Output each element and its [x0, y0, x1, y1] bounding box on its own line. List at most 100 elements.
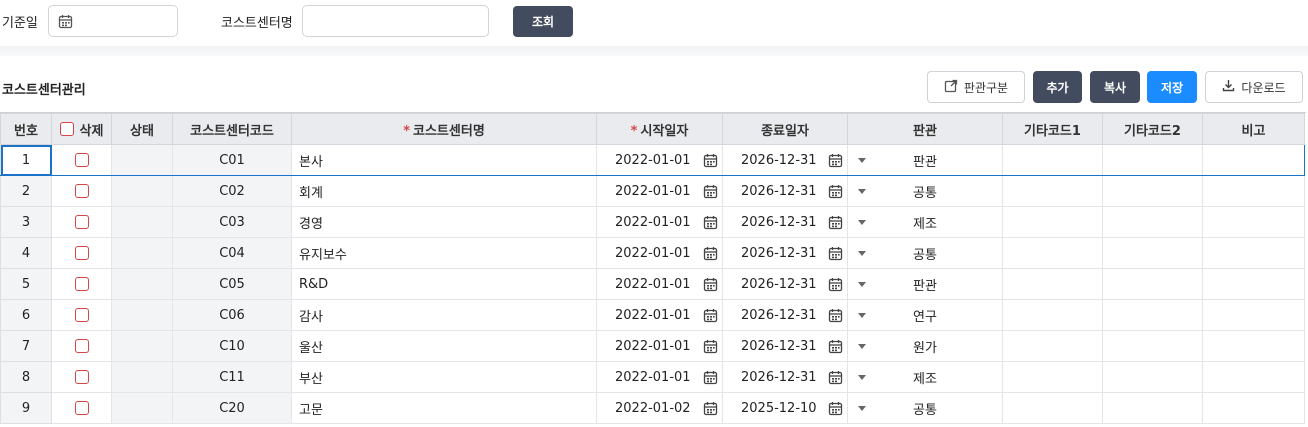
etc-code-2-cell[interactable]	[1102, 392, 1203, 424]
etc-code-1-cell[interactable]	[1002, 330, 1103, 362]
calendar-icon[interactable]	[703, 215, 718, 234]
code-cell[interactable]: C05	[172, 268, 292, 300]
header-end-date[interactable]: 종료일자	[722, 113, 848, 145]
sga-select-cell[interactable]: 제조	[847, 361, 1003, 393]
row-number-cell[interactable]: 1	[0, 144, 52, 176]
note-cell[interactable]	[1202, 206, 1305, 238]
table-row[interactable]: 4 C04 유지보수 2022-01-01 2026-12-31 공통	[0, 237, 1305, 269]
chevron-down-icon[interactable]	[858, 158, 866, 163]
code-cell[interactable]: C02	[172, 175, 292, 207]
delete-checkbox[interactable]	[74, 215, 89, 229]
delete-checkbox[interactable]	[74, 308, 89, 322]
start-date-cell[interactable]: 2022-01-01	[596, 361, 723, 393]
note-cell[interactable]	[1202, 237, 1305, 269]
etc-code-2-cell[interactable]	[1102, 237, 1203, 269]
header-name[interactable]: * 코스트센터명	[291, 113, 597, 145]
end-date-cell[interactable]: 2026-12-31	[722, 144, 848, 176]
name-cell[interactable]: 부산	[291, 361, 597, 393]
end-date-cell[interactable]: 2026-12-31	[722, 330, 848, 362]
header-start-date[interactable]: * 시작일자	[596, 113, 723, 145]
delete-checkbox[interactable]	[74, 401, 89, 415]
calendar-icon[interactable]	[828, 339, 843, 358]
name-cell[interactable]: R&D	[291, 268, 597, 300]
code-cell[interactable]: C06	[172, 299, 292, 331]
calendar-icon[interactable]	[828, 277, 843, 296]
note-cell[interactable]	[1202, 299, 1305, 331]
etc-code-2-cell[interactable]	[1102, 268, 1203, 300]
end-date-cell[interactable]: 2026-12-31	[722, 299, 848, 331]
query-button[interactable]: 조회	[513, 6, 573, 37]
sga-select-cell[interactable]: 공통	[847, 392, 1003, 424]
end-date-cell[interactable]: 2026-12-31	[722, 268, 848, 300]
calendar-icon[interactable]	[703, 184, 718, 203]
sga-select-cell[interactable]: 판관	[847, 144, 1003, 176]
save-button[interactable]: 저장	[1147, 71, 1197, 103]
name-cell[interactable]: 고문	[291, 392, 597, 424]
row-number-cell[interactable]: 4	[0, 237, 52, 269]
calendar-icon[interactable]	[828, 246, 843, 265]
name-cell[interactable]: 회계	[291, 175, 597, 207]
start-date-cell[interactable]: 2022-01-01	[596, 237, 723, 269]
start-date-cell[interactable]: 2022-01-01	[596, 268, 723, 300]
delete-cell[interactable]	[51, 237, 112, 269]
sga-select-cell[interactable]: 제조	[847, 206, 1003, 238]
note-cell[interactable]	[1202, 268, 1305, 300]
chevron-down-icon[interactable]	[858, 189, 866, 194]
calendar-icon[interactable]	[828, 308, 843, 327]
end-date-cell[interactable]: 2026-12-31	[722, 237, 848, 269]
etc-code-1-cell[interactable]	[1002, 144, 1103, 176]
sga-type-button[interactable]: 판관구분	[927, 71, 1025, 103]
note-cell[interactable]	[1202, 361, 1305, 393]
delete-checkbox[interactable]	[74, 370, 89, 384]
start-date-cell[interactable]: 2022-01-01	[596, 299, 723, 331]
code-cell[interactable]: C01	[172, 144, 292, 176]
chevron-down-icon[interactable]	[858, 220, 866, 225]
row-number-cell[interactable]: 6	[0, 299, 52, 331]
calendar-icon[interactable]	[703, 370, 718, 389]
add-button[interactable]: 추가	[1033, 71, 1082, 103]
sga-select-cell[interactable]: 원가	[847, 330, 1003, 362]
start-date-cell[interactable]: 2022-01-02	[596, 392, 723, 424]
calendar-icon[interactable]	[703, 153, 718, 172]
sga-select-cell[interactable]: 연구	[847, 299, 1003, 331]
cost-center-name-input[interactable]	[302, 5, 489, 37]
start-date-cell[interactable]: 2022-01-01	[596, 206, 723, 238]
header-delete[interactable]: 삭제	[51, 113, 112, 145]
calendar-icon[interactable]	[58, 14, 73, 33]
header-note[interactable]: 비고	[1202, 113, 1305, 145]
table-row[interactable]: 3 C03 경영 2022-01-01 2026-12-31 제조	[0, 206, 1305, 238]
sga-select-cell[interactable]: 공통	[847, 237, 1003, 269]
delete-checkbox[interactable]	[74, 246, 89, 260]
etc-code-1-cell[interactable]	[1002, 175, 1103, 207]
calendar-icon[interactable]	[828, 153, 843, 172]
delete-checkbox[interactable]	[74, 184, 89, 198]
code-cell[interactable]: C20	[172, 392, 292, 424]
delete-checkbox[interactable]	[74, 339, 89, 353]
name-cell[interactable]: 울산	[291, 330, 597, 362]
start-date-cell[interactable]: 2022-01-01	[596, 330, 723, 362]
delete-cell[interactable]	[51, 144, 112, 176]
etc-code-2-cell[interactable]	[1102, 206, 1203, 238]
chevron-down-icon[interactable]	[858, 344, 866, 349]
code-cell[interactable]: C10	[172, 330, 292, 362]
note-cell[interactable]	[1202, 330, 1305, 362]
row-number-cell[interactable]: 8	[0, 361, 52, 393]
code-cell[interactable]: C11	[172, 361, 292, 393]
sga-select-cell[interactable]: 판관	[847, 268, 1003, 300]
table-row[interactable]: 6 C06 감사 2022-01-01 2026-12-31 연구	[0, 299, 1305, 331]
chevron-down-icon[interactable]	[858, 282, 866, 287]
etc-code-1-cell[interactable]	[1002, 206, 1103, 238]
etc-code-2-cell[interactable]	[1102, 330, 1203, 362]
header-no[interactable]: 번호	[0, 113, 52, 145]
chevron-down-icon[interactable]	[858, 406, 866, 411]
calendar-icon[interactable]	[828, 184, 843, 203]
etc-code-2-cell[interactable]	[1102, 299, 1203, 331]
start-date-cell[interactable]: 2022-01-01	[596, 144, 723, 176]
calendar-icon[interactable]	[703, 277, 718, 296]
note-cell[interactable]	[1202, 144, 1305, 176]
sga-select-cell[interactable]: 공통	[847, 175, 1003, 207]
header-etc-code-2[interactable]: 기타코드2	[1102, 113, 1203, 145]
calendar-icon[interactable]	[828, 401, 843, 420]
chevron-down-icon[interactable]	[858, 375, 866, 380]
calendar-icon[interactable]	[828, 370, 843, 389]
